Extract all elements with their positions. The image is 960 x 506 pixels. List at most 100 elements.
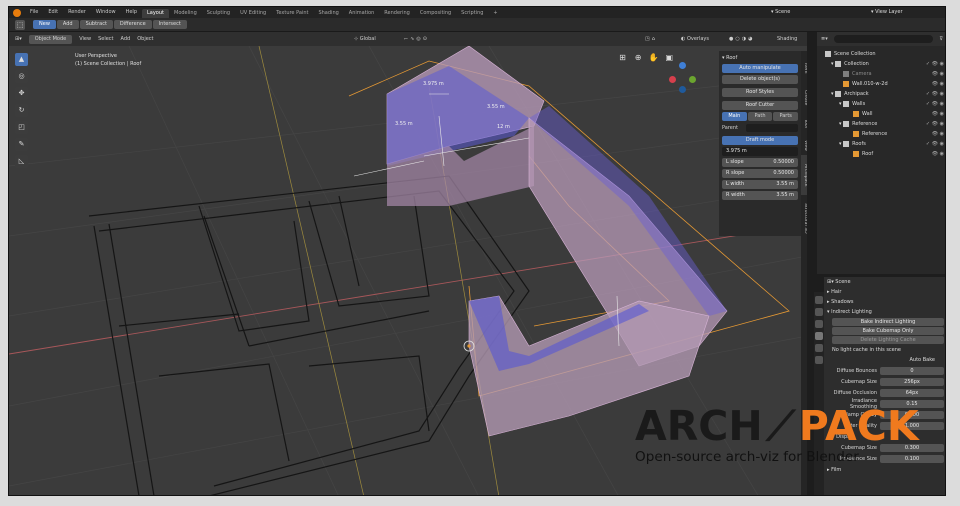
prop-value[interactable]: 0 [880,367,944,375]
z-axis-icon[interactable] [679,62,686,69]
add-workspace-button[interactable]: + [488,9,502,18]
y-axis-icon[interactable] [689,76,696,83]
shading-mode-icon[interactable]: ●○◑◕ [729,36,754,42]
visibility-icon[interactable]: ✓ 👁 ◉ [926,89,944,99]
mode-dropdown[interactable]: Object Mode [28,34,73,44]
visibility-icon[interactable]: 👁 ◉ [932,69,944,79]
menu-help[interactable]: Help [121,7,142,18]
r-slope-field[interactable]: R slope 0.50000 [722,169,798,178]
visibility-icon[interactable]: ✓ 👁 ◉ [926,59,944,69]
l-width-field[interactable]: L width 3.55 m [722,180,798,189]
visibility-icon[interactable]: 👁 ◉ [932,129,944,139]
snap-icon[interactable]: ⌐∿◎⊙ [404,36,429,42]
visibility-icon[interactable]: ✓ 👁 ◉ [926,119,944,129]
parent-field[interactable] [746,124,798,132]
neg-z-axis-icon[interactable] [679,86,686,93]
blender-logo-icon[interactable] [13,8,21,17]
outliner-item[interactable]: ▾ Walls ✓ 👁 ◉ [817,99,945,109]
auto-manipulate-button[interactable]: Auto manipulate [722,64,798,73]
outliner-item[interactable]: Wall 👁 ◉ [817,109,945,119]
section-shadows[interactable]: ▸ Shadows [824,297,945,307]
outliner-item[interactable]: Camera 👁 ◉ [817,69,945,79]
select-tool-icon[interactable]: ▲ [15,53,28,66]
grid-view-icon[interactable]: ⊞ [617,52,628,63]
outliner-item[interactable]: Reference 👁 ◉ [817,129,945,139]
outliner-search-input[interactable] [833,35,934,43]
r-width-field[interactable]: R width 3.55 m [722,191,798,200]
outliner-item[interactable]: Roof 👁 ◉ [817,149,945,159]
workspace-tab-uv-editing[interactable]: UV Editing [235,9,271,18]
workspace-tab-compositing[interactable]: Compositing [415,9,456,18]
workspace-tab-scripting[interactable]: Scripting [456,9,488,18]
orientation-dropdown[interactable]: ⊹ Global [354,36,383,42]
tab-main[interactable]: Main [722,112,747,121]
outliner-root[interactable]: Scene Collection [817,49,945,59]
outliner-item[interactable]: ▾ Reference ✓ 👁 ◉ [817,119,945,129]
boolean-add-button[interactable]: Add [56,20,79,29]
section-indirect-lighting[interactable]: ▾ Indirect Lighting [824,307,945,317]
shading-dropdown[interactable]: Shading [777,36,797,42]
roof-styles-dropdown[interactable]: Roof Styles [722,88,798,97]
delete-objects-button[interactable]: Delete object(s) [722,75,798,84]
prop-value[interactable]: 256px [880,378,944,386]
measure-tool-icon[interactable]: ◺ [15,155,28,168]
workspace-tab-rendering[interactable]: Rendering [379,9,415,18]
x-axis-icon[interactable] [669,76,676,83]
menu-window[interactable]: Window [91,7,121,18]
outliner-item[interactable]: Wall.010-w-2d 👁 ◉ [817,79,945,89]
workspace-tab-sculpting[interactable]: Sculpting [202,9,235,18]
boolean-subtract-button[interactable]: Subtract [79,20,113,29]
object-menu[interactable]: Object [137,36,153,42]
boolean-intersect-button[interactable]: Intersect [152,20,187,29]
tool-props-icon[interactable] [815,296,823,304]
outliner-item[interactable]: ▾ Collection ✓ 👁 ◉ [817,59,945,69]
menu-file[interactable]: File [25,7,43,18]
visibility-icon[interactable]: 👁 ◉ [932,79,944,89]
view-layer-selector[interactable]: ▾ View Layer [871,7,903,18]
workspace-tab-shading[interactable]: Shading [313,9,343,18]
select-menu[interactable]: Select [98,36,113,42]
auto-bake-checkbox[interactable]: Auto Bake [824,355,945,365]
workspace-tab-layout[interactable]: Layout [142,8,169,18]
world-props-icon[interactable] [815,344,823,352]
outliner-item[interactable]: ▾ Archipack ✓ 👁 ◉ [817,89,945,99]
boolean-new-button[interactable]: New [33,20,56,29]
scale-tool-icon[interactable]: ◰ [15,121,28,134]
object-props-icon[interactable] [815,356,823,364]
filter-icon[interactable]: ⊽ [939,36,943,42]
visibility-icon[interactable]: ✓ 👁 ◉ [926,99,944,109]
scene-props-icon[interactable] [815,332,823,340]
outliner-item[interactable]: ▾ Roofs ✓ 👁 ◉ [817,139,945,149]
annotate-tool-icon[interactable]: ✎ [15,138,28,151]
draft-mode-toggle[interactable]: Draft mode [722,136,798,145]
prop-value[interactable]: 64px [880,389,944,397]
render-props-icon[interactable] [815,308,823,316]
pan-hand-icon[interactable]: ✋ [648,52,659,63]
delete-cache-button[interactable]: Delete Lighting Cache [832,336,944,344]
view-menu[interactable]: View [79,36,91,42]
bake-cubemap-button[interactable]: Bake Cubemap Only [832,327,944,335]
overlays-dropdown[interactable]: ◐ Overlays [681,36,716,42]
section-hair[interactable]: ▸ Hair [824,287,945,297]
tab-parts[interactable]: Parts [773,112,799,121]
workspace-tab-texture-paint[interactable]: Texture Paint [271,9,313,18]
editor-type-icon[interactable]: ⊞▾ [15,36,22,42]
zoom-icon[interactable]: ⊕ [633,52,644,63]
visibility-icon[interactable]: 👁 ◉ [932,149,944,159]
bake-indirect-button[interactable]: Bake Indirect Lighting [832,318,944,326]
axis-gizmo[interactable] [665,62,701,98]
add-menu[interactable]: Add [121,36,131,42]
height-input[interactable]: 3.975 m [722,147,798,156]
visibility-icon[interactable]: ✓ 👁 ◉ [926,139,944,149]
menu-edit[interactable]: Edit [43,7,63,18]
output-props-icon[interactable] [815,320,823,328]
menu-render[interactable]: Render [63,7,91,18]
visibility-icon[interactable]: 👁 ◉ [932,109,944,119]
l-slope-field[interactable]: L slope 0.50000 [722,158,798,167]
roof-cutter-button[interactable]: Roof Cutter [722,101,798,110]
boolean-difference-button[interactable]: Difference [113,20,152,29]
workspace-tab-modeling[interactable]: Modeling [169,9,202,18]
select-box-icon[interactable]: ⬚ [15,19,25,30]
tab-path[interactable]: Path [747,112,773,121]
visibility-icon[interactable]: ◳⌂ [645,36,657,42]
